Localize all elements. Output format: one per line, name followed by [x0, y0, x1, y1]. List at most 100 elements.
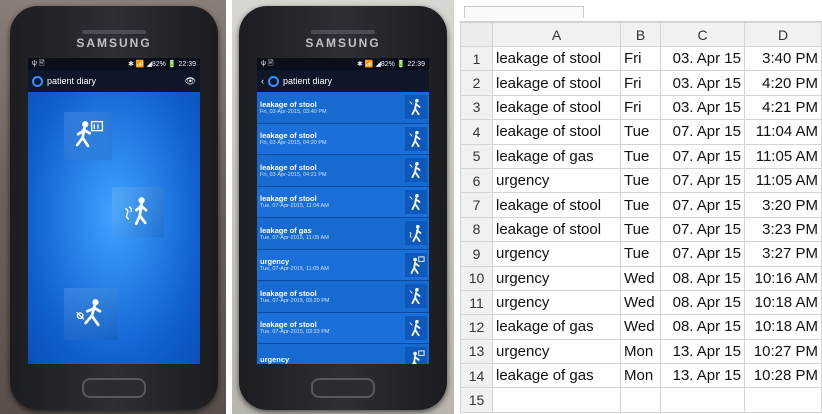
- cell-time[interactable]: 3:27 PM: [744, 241, 822, 267]
- cell-date[interactable]: 07. Apr 15: [660, 119, 745, 145]
- row-number[interactable]: 13: [460, 338, 493, 365]
- cell-event[interactable]: leakage of stool: [492, 94, 621, 121]
- cell-time[interactable]: 10:16 AM: [744, 265, 822, 291]
- cell-date[interactable]: [660, 387, 745, 413]
- cell-time[interactable]: 10:18 AM: [744, 289, 822, 316]
- diary-entry[interactable]: leakage of gas Tue, 07-Apr-2015, 11:05 AM: [257, 218, 429, 250]
- diary-entry[interactable]: urgency: [257, 344, 429, 364]
- cell-weekday[interactable]: Tue: [620, 192, 661, 218]
- diary-entry[interactable]: urgency Tue, 07-Apr-2015, 11:05 AM: [257, 249, 429, 281]
- cell-date[interactable]: 03. Apr 15: [660, 45, 745, 72]
- cell-date[interactable]: 03. Apr 15: [660, 94, 745, 121]
- cell-date[interactable]: 07. Apr 15: [660, 192, 745, 218]
- cell-date[interactable]: 08. Apr 15: [660, 314, 745, 340]
- diary-entry[interactable]: leakage of stool Fri, 03-Apr-2015, 04:21 …: [257, 155, 429, 187]
- column-header-d[interactable]: D: [744, 22, 822, 47]
- cell-event[interactable]: leakage of stool: [492, 192, 621, 218]
- cell-time[interactable]: 3:23 PM: [744, 216, 822, 243]
- cell-weekday[interactable]: Tue: [620, 119, 661, 145]
- cell-time[interactable]: 11:04 AM: [744, 119, 822, 145]
- row-number[interactable]: 9: [460, 241, 493, 267]
- row-number[interactable]: 2: [460, 70, 493, 96]
- row-number[interactable]: 15: [460, 387, 493, 413]
- cell-date[interactable]: 13. Apr 15: [660, 363, 745, 389]
- row-number[interactable]: 1: [460, 45, 493, 72]
- cell-event[interactable]: leakage of gas: [492, 314, 621, 340]
- cell-event[interactable]: urgency: [492, 241, 621, 267]
- diary-entry[interactable]: leakage of stool Tue, 07-Apr-2015, 11:04 …: [257, 186, 429, 218]
- eye-icon[interactable]: 👁: [185, 76, 196, 87]
- cell-time[interactable]: 11:05 AM: [744, 167, 822, 194]
- cell-time[interactable]: 3:40 PM: [744, 45, 822, 72]
- cell-weekday[interactable]: Wed: [620, 265, 661, 291]
- cell-time[interactable]: [744, 387, 822, 413]
- row-number[interactable]: 4: [460, 119, 493, 145]
- cell-event[interactable]: [492, 387, 621, 413]
- row-number[interactable]: 5: [460, 143, 493, 169]
- gas-icon[interactable]: [112, 187, 164, 237]
- cell-weekday[interactable]: Wed: [620, 314, 661, 340]
- cell-weekday[interactable]: Tue: [620, 241, 661, 267]
- home-button[interactable]: [82, 378, 146, 398]
- cell-time[interactable]: 4:21 PM: [744, 94, 822, 121]
- cell-time[interactable]: 4:20 PM: [744, 70, 822, 96]
- cell-event[interactable]: urgency: [492, 289, 621, 316]
- app-logo-icon[interactable]: [268, 75, 279, 87]
- cell-time[interactable]: 3:20 PM: [744, 192, 822, 218]
- stool-icon[interactable]: [64, 112, 112, 160]
- column-header-b[interactable]: B: [620, 22, 661, 47]
- diary-entry[interactable]: leakage of stool Fri, 03-Apr-2015, 04:20 …: [257, 123, 429, 155]
- cell-event[interactable]: leakage of stool: [492, 119, 621, 145]
- column-header-c[interactable]: C: [660, 22, 745, 47]
- cell-date[interactable]: 08. Apr 15: [660, 289, 745, 316]
- cell-weekday[interactable]: Wed: [620, 289, 661, 316]
- row-number[interactable]: 12: [460, 314, 493, 340]
- cell-weekday[interactable]: Tue: [620, 143, 661, 169]
- cell-event[interactable]: urgency: [492, 167, 621, 194]
- cell-weekday[interactable]: Tue: [620, 167, 661, 194]
- cell-time[interactable]: 10:18 AM: [744, 314, 822, 340]
- cell-date[interactable]: 07. Apr 15: [660, 143, 745, 169]
- cell-date[interactable]: 08. Apr 15: [660, 265, 745, 291]
- cell-event[interactable]: leakage of stool: [492, 216, 621, 243]
- column-header-a[interactable]: A: [492, 22, 621, 47]
- cell-event[interactable]: leakage of stool: [492, 70, 621, 96]
- row-number[interactable]: 3: [460, 94, 493, 121]
- row-number[interactable]: 11: [460, 289, 493, 316]
- app-logo-icon[interactable]: [32, 75, 43, 87]
- cell-event[interactable]: urgency: [492, 338, 621, 365]
- cell-weekday[interactable]: Mon: [620, 363, 661, 389]
- cell-weekday[interactable]: [620, 387, 661, 413]
- cell-event[interactable]: leakage of gas: [492, 363, 621, 389]
- cell-weekday[interactable]: Fri: [620, 70, 661, 96]
- cell-event[interactable]: leakage of stool: [492, 45, 621, 72]
- row-number[interactable]: 6: [460, 167, 493, 194]
- cell-time[interactable]: 10:27 PM: [744, 338, 822, 365]
- cell-event[interactable]: urgency: [492, 265, 621, 291]
- cell-weekday[interactable]: Fri: [620, 45, 661, 72]
- cell-weekday[interactable]: Mon: [620, 338, 661, 365]
- diary-entry[interactable]: leakage of stool Tue, 07-Apr-2015, 03:23 …: [257, 312, 429, 344]
- cell-date[interactable]: 13. Apr 15: [660, 338, 745, 365]
- cell-weekday[interactable]: Tue: [620, 216, 661, 243]
- back-chevron-icon[interactable]: ‹: [261, 76, 264, 86]
- cell-time[interactable]: 10:28 PM: [744, 363, 822, 389]
- cell-time[interactable]: 11:05 AM: [744, 143, 822, 169]
- diary-entry[interactable]: leakage of stool Fri, 03-Apr-2015, 03:40 …: [257, 92, 429, 124]
- diary-entry[interactable]: leakage of stool Tue, 07-Apr-2015, 03:20 …: [257, 281, 429, 313]
- row-number[interactable]: 14: [460, 363, 493, 389]
- cell-weekday[interactable]: Fri: [620, 94, 661, 121]
- urgency-icon[interactable]: [64, 288, 118, 340]
- row-number[interactable]: 7: [460, 192, 493, 218]
- row-number[interactable]: 8: [460, 216, 493, 243]
- cell-event[interactable]: leakage of gas: [492, 143, 621, 169]
- diary-list[interactable]: leakage of stool Fri, 03-Apr-2015, 03:40 …: [257, 92, 429, 364]
- cell-date[interactable]: 03. Apr 15: [660, 70, 745, 96]
- data-grid: A B C D 1 leakage of stool Fri 03. Apr 15 3:…: [460, 22, 822, 413]
- select-all-corner[interactable]: [460, 22, 493, 47]
- row-number[interactable]: 10: [460, 265, 493, 291]
- cell-date[interactable]: 07. Apr 15: [660, 167, 745, 194]
- cell-date[interactable]: 07. Apr 15: [660, 241, 745, 267]
- cell-date[interactable]: 07. Apr 15: [660, 216, 745, 243]
- home-button[interactable]: [311, 378, 375, 398]
